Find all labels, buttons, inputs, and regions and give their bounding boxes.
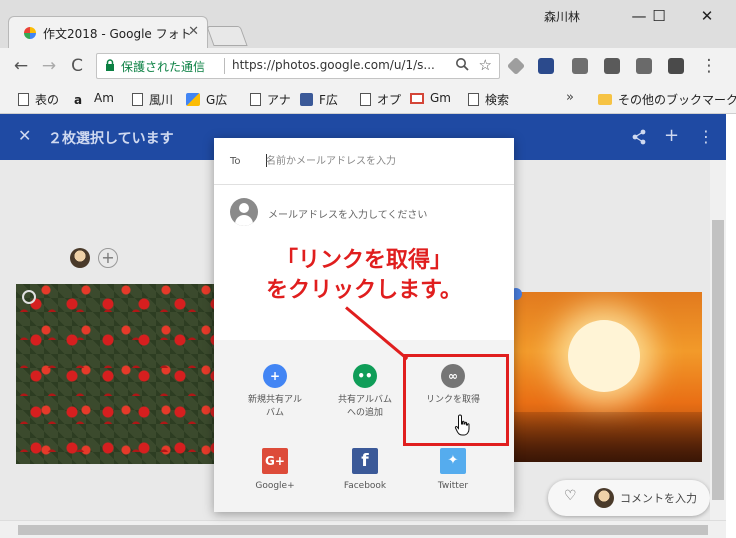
new-shared-album-icon: + [263,364,287,388]
bookmark-star-icon[interactable]: ☆ [479,56,492,74]
avatar[interactable] [70,248,90,268]
annotation-line-1: 「リンクを取得」 [275,248,452,273]
bookmark-item[interactable]: 表の [18,91,59,108]
window-edge [726,114,736,538]
url-text[interactable]: https://photos.google.com/u/1/s... [232,58,435,72]
comment-input[interactable]: コメントを入力 [620,490,697,506]
address-bar[interactable]: 保護された通信 https://photos.google.com/u/1/s.… [96,53,500,79]
code-extension-icon[interactable] [636,58,652,74]
hand-cursor-icon [454,414,470,436]
gmail-icon [410,93,424,104]
google-ads-icon [186,93,200,106]
add-icon[interactable]: + [664,125,679,146]
recipient-input[interactable] [266,152,498,170]
tab-close-icon[interactable]: ✕ [188,24,199,39]
ground-shape [514,412,702,462]
facebook-icon [300,93,313,106]
document-icon [250,93,261,106]
bookmark-item[interactable]: F広 [300,91,338,108]
document-icon [132,93,143,106]
evernote-extension-icon[interactable] [604,58,620,74]
bookmark-item[interactable]: G広 [186,91,227,108]
tab-title: 作文2018 - Google フォト [43,27,192,41]
vertical-scrollbar[interactable] [710,160,726,520]
document-icon [360,93,371,106]
forward-button[interactable]: → [38,55,60,77]
maximize-button[interactable]: ☐ [640,4,678,28]
close-window-button[interactable]: ✕ [688,4,726,28]
folder-icon [598,94,612,105]
annotation-line-2: をクリックします。 [266,278,462,303]
heart-icon[interactable]: ♡ [564,488,577,504]
zoom-icon[interactable] [455,57,469,71]
bookmark-item[interactable]: a Am [74,91,114,107]
new-shared-album-option[interactable]: + 新規共有アルバム [230,364,320,420]
person-icon [230,198,258,226]
bookmark-item[interactable]: 風川 [132,91,173,108]
amazon-icon: a [74,93,83,107]
selection-check-icon[interactable] [22,290,36,304]
photo-thumbnail[interactable] [16,284,214,464]
bookmark-item[interactable]: Gm [410,91,451,105]
google-plus-icon: G+ [262,448,288,474]
add-person-button[interactable]: + [98,248,118,268]
scrollbar-thumb[interactable] [18,525,708,535]
bookmark-item[interactable]: 検索 [468,91,509,108]
horizontal-scrollbar[interactable] [0,520,726,538]
bookmark-item[interactable]: オプ [360,91,401,108]
bookmarks-bar: 表の a Am 風川 G広 アナ F広 オプ Gm 検索 » その他のブックマーク [0,84,736,114]
scrollbar-thumb[interactable] [712,220,724,500]
divider [214,184,514,185]
twitter-icon: ✦ [440,448,466,474]
selection-count: ２枚選択しています [48,131,174,147]
browser-toolbar: ← → C 保護された通信 https://photos.google.com/… [0,48,736,84]
twitter-option[interactable]: ✦ Twitter [408,448,498,493]
back-button[interactable]: ← [10,55,32,77]
email-prompt: メールアドレスを入力してください [268,210,428,221]
google-plus-option[interactable]: G+ Google+ [230,448,320,493]
secure-connection-label: 保護された通信 [121,60,206,74]
to-label: To [230,156,241,167]
reload-button[interactable]: C [66,55,88,77]
add-to-shared-album-option[interactable]: •• 共有アルバムへの追加 [320,364,410,420]
share-icon[interactable] [632,129,646,145]
google-photos-icon [24,27,36,39]
lock-icon [106,59,114,71]
more-bookmarks-button[interactable]: » [566,90,574,105]
bookmark-item[interactable]: アナ [250,91,291,108]
document-icon [18,93,29,106]
fast-forward-extension-icon[interactable] [668,58,684,74]
comment-bar[interactable]: ♡ コメントを入力 [548,480,710,516]
document-icon [468,93,479,106]
drive-extension-icon[interactable] [506,56,526,76]
avatar [594,488,614,508]
add-to-shared-album-icon: •• [353,364,377,388]
profile-name[interactable]: 森川林 [544,8,580,25]
chart-extension-icon[interactable] [572,58,588,74]
sun-shape [568,320,640,392]
new-tab-button[interactable] [206,26,248,46]
browser-menu-icon[interactable]: ⋮ [698,55,720,77]
clear-selection-button[interactable]: ✕ [18,126,31,145]
window-titlebar: 作文2018 - Google フォト ✕ 森川林 — ☐ ✕ [0,0,736,48]
photo-thumbnail[interactable] [514,292,702,462]
bookmark-extension-icon[interactable] [538,58,554,74]
address-separator [224,58,225,74]
more-options-icon[interactable]: ⋮ [698,127,714,146]
facebook-icon: f [352,448,378,474]
other-bookmarks-folder[interactable]: その他のブックマーク [598,91,736,108]
annotation-text: 「リンクを取得」 をクリックします。 [234,246,494,306]
browser-tab-active[interactable]: 作文2018 - Google フォト ✕ [8,16,208,48]
facebook-option[interactable]: f Facebook [320,448,410,493]
